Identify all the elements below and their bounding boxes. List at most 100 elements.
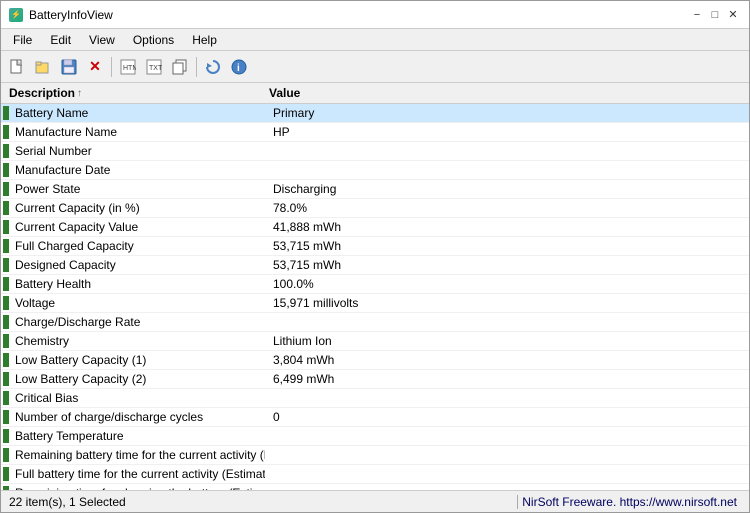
table-row[interactable]: Designed Capacity53,715 mWh [1, 256, 749, 275]
row-value: Primary [265, 106, 749, 120]
table-row[interactable]: Battery Temperature [1, 427, 749, 446]
window-title: BatteryInfoView [29, 8, 113, 22]
table-row[interactable]: Manufacture NameHP [1, 123, 749, 142]
table-row[interactable]: Manufacture Date [1, 161, 749, 180]
row-value: HP [265, 125, 749, 139]
close-button[interactable]: ✕ [725, 7, 741, 23]
toolbar: ✕ HTML TXT [1, 51, 749, 83]
menu-view[interactable]: View [81, 31, 123, 49]
toolbar-separator-1 [111, 57, 112, 77]
status-separator [517, 495, 518, 509]
table-row[interactable]: ChemistryLithium Ion [1, 332, 749, 351]
table-row[interactable]: Voltage15,971 millivolts [1, 294, 749, 313]
row-indicator [3, 315, 9, 329]
status-right: NirSoft Freeware. https://www.nirsoft.ne… [522, 495, 745, 509]
row-indicator [3, 467, 9, 481]
row-description: Battery Health [13, 277, 265, 291]
row-indicator [3, 258, 9, 272]
row-description: Power State [13, 182, 265, 196]
table-row[interactable]: Serial Number [1, 142, 749, 161]
maximize-button[interactable]: □ [707, 7, 723, 23]
table-header: Description ↑ Value [1, 83, 749, 104]
title-bar-left: ⚡ BatteryInfoView [9, 8, 113, 22]
row-description: Serial Number [13, 144, 265, 158]
table-row[interactable]: Charge/Discharge Rate [1, 313, 749, 332]
row-value: 0 [265, 410, 749, 424]
row-value: Discharging [265, 182, 749, 196]
table-row[interactable]: Low Battery Capacity (2)6,499 mWh [1, 370, 749, 389]
row-indicator [3, 448, 9, 462]
minimize-button[interactable]: − [689, 7, 705, 23]
row-indicator [3, 296, 9, 310]
row-indicator [3, 106, 9, 120]
row-description: Designed Capacity [13, 258, 265, 272]
toolbar-about[interactable]: i [227, 55, 251, 79]
row-description: Full Charged Capacity [13, 239, 265, 253]
row-description: Battery Name [13, 106, 265, 120]
row-value: 15,971 millivolts [265, 296, 749, 310]
header-value[interactable]: Value [261, 86, 749, 100]
row-description: Manufacture Name [13, 125, 265, 139]
table-body: Battery NamePrimaryManufacture NameHPSer… [1, 104, 749, 490]
table-row[interactable]: Battery Health100.0% [1, 275, 749, 294]
toolbar-refresh[interactable] [201, 55, 225, 79]
table-row[interactable]: Current Capacity Value41,888 mWh [1, 218, 749, 237]
row-description: Critical Bias [13, 391, 265, 405]
sort-arrow: ↑ [77, 88, 82, 99]
menu-help[interactable]: Help [184, 31, 225, 49]
toolbar-open[interactable] [31, 55, 55, 79]
row-description: Remaining battery time for the current a… [13, 448, 265, 462]
toolbar-save[interactable] [57, 55, 81, 79]
toolbar-delete[interactable]: ✕ [83, 55, 107, 79]
row-description: Low Battery Capacity (2) [13, 372, 265, 386]
table-row[interactable]: Full battery time for the current activi… [1, 465, 749, 484]
row-description: Chemistry [13, 334, 265, 348]
row-value: 6,499 mWh [265, 372, 749, 386]
header-description[interactable]: Description ↑ [1, 86, 261, 100]
row-indicator [3, 163, 9, 177]
toolbar-separator-2 [196, 57, 197, 77]
toolbar-new[interactable] [5, 55, 29, 79]
svg-text:HTML: HTML [123, 65, 136, 72]
table-row[interactable]: Current Capacity (in %)78.0% [1, 199, 749, 218]
toolbar-html-report[interactable]: HTML [116, 55, 140, 79]
row-description: Charge/Discharge Rate [13, 315, 265, 329]
menu-edit[interactable]: Edit [42, 31, 79, 49]
row-description: Current Capacity Value [13, 220, 265, 234]
row-value: 78.0% [265, 201, 749, 215]
toolbar-text-report[interactable]: TXT [142, 55, 166, 79]
table-row[interactable]: Number of charge/discharge cycles0 [1, 408, 749, 427]
toolbar-copy[interactable] [168, 55, 192, 79]
row-indicator [3, 201, 9, 215]
row-indicator [3, 220, 9, 234]
content-area: Description ↑ Value Battery NamePrimaryM… [1, 83, 749, 490]
row-description: Battery Temperature [13, 429, 265, 443]
row-value: 100.0% [265, 277, 749, 291]
row-description: Current Capacity (in %) [13, 201, 265, 215]
menu-file[interactable]: File [5, 31, 40, 49]
table-row[interactable]: Remaining battery time for the current a… [1, 446, 749, 465]
status-bar: 22 item(s), 1 Selected NirSoft Freeware.… [1, 490, 749, 512]
table-row[interactable]: Low Battery Capacity (1)3,804 mWh [1, 351, 749, 370]
row-value: 3,804 mWh [265, 353, 749, 367]
row-indicator [3, 125, 9, 139]
row-indicator [3, 277, 9, 291]
title-bar: ⚡ BatteryInfoView − □ ✕ [1, 1, 749, 29]
table-row[interactable]: Critical Bias [1, 389, 749, 408]
table-row[interactable]: Battery NamePrimary [1, 104, 749, 123]
row-description: Full battery time for the current activi… [13, 467, 265, 481]
table-row[interactable]: Power StateDischarging [1, 180, 749, 199]
table-row[interactable]: Full Charged Capacity53,715 mWh [1, 237, 749, 256]
main-window: ⚡ BatteryInfoView − □ ✕ File Edit View O… [0, 0, 750, 513]
row-value: 53,715 mWh [265, 239, 749, 253]
row-indicator [3, 410, 9, 424]
app-icon: ⚡ [9, 8, 23, 22]
row-indicator [3, 391, 9, 405]
status-left: 22 item(s), 1 Selected [5, 495, 513, 509]
row-description: Number of charge/discharge cycles [13, 410, 265, 424]
row-value: Lithium Ion [265, 334, 749, 348]
row-indicator [3, 372, 9, 386]
menu-options[interactable]: Options [125, 31, 182, 49]
row-value: 53,715 mWh [265, 258, 749, 272]
row-indicator [3, 182, 9, 196]
